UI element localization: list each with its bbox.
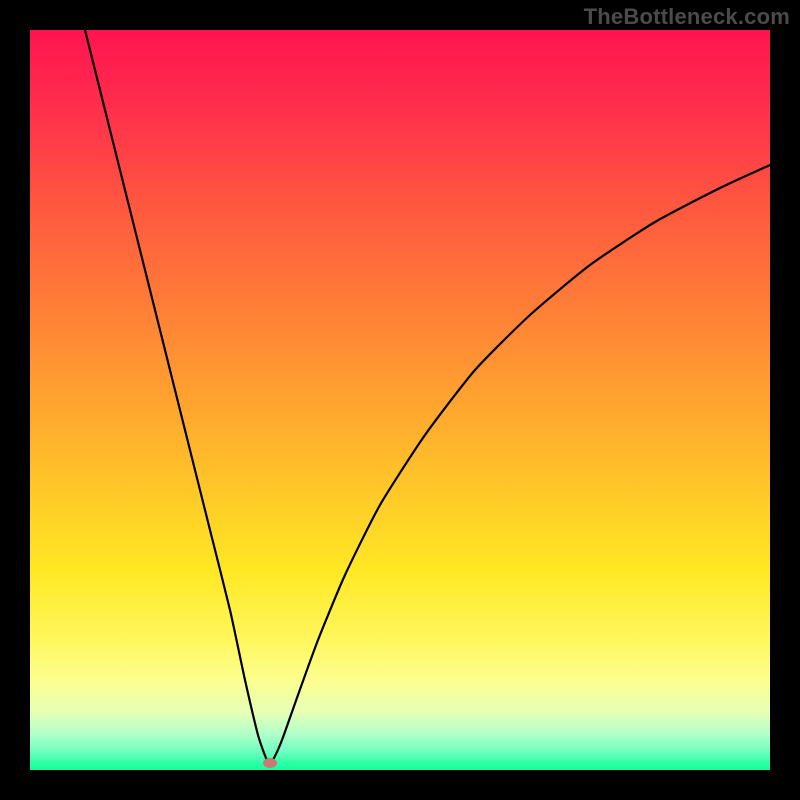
plot-area — [30, 30, 770, 770]
minimum-marker — [263, 758, 277, 768]
watermark-text: TheBottleneck.com — [584, 4, 790, 30]
bottleneck-curve — [30, 30, 770, 770]
